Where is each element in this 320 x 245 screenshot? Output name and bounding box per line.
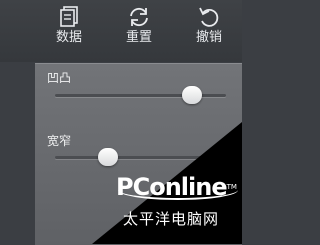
- watermark-brand: PConline: [116, 173, 228, 201]
- undo-button[interactable]: 撤销: [184, 4, 234, 58]
- undo-arrow-icon: [199, 7, 219, 27]
- bump-slider-label: 凹凸: [47, 71, 72, 85]
- data-button[interactable]: 数据: [44, 4, 94, 58]
- reset-arrows-icon: [130, 7, 148, 27]
- document-stack-icon: [60, 6, 78, 27]
- watermark-logo: PConlineTM: [116, 174, 237, 200]
- reset-button-label: 重置: [125, 30, 152, 45]
- toolbar: 数据 重置 撤销: [0, 0, 242, 62]
- width-slider-label: 宽窄: [47, 134, 72, 148]
- watermark-trademark: TM: [226, 183, 237, 191]
- bump-slider[interactable]: [55, 86, 226, 104]
- data-button-label: 数据: [55, 30, 82, 45]
- reset-button[interactable]: 重置: [114, 4, 164, 58]
- undo-button-label: 撤销: [195, 30, 222, 45]
- bump-slider-thumb[interactable]: [181, 86, 202, 104]
- watermark-subtitle: 太平洋电脑网: [123, 210, 220, 228]
